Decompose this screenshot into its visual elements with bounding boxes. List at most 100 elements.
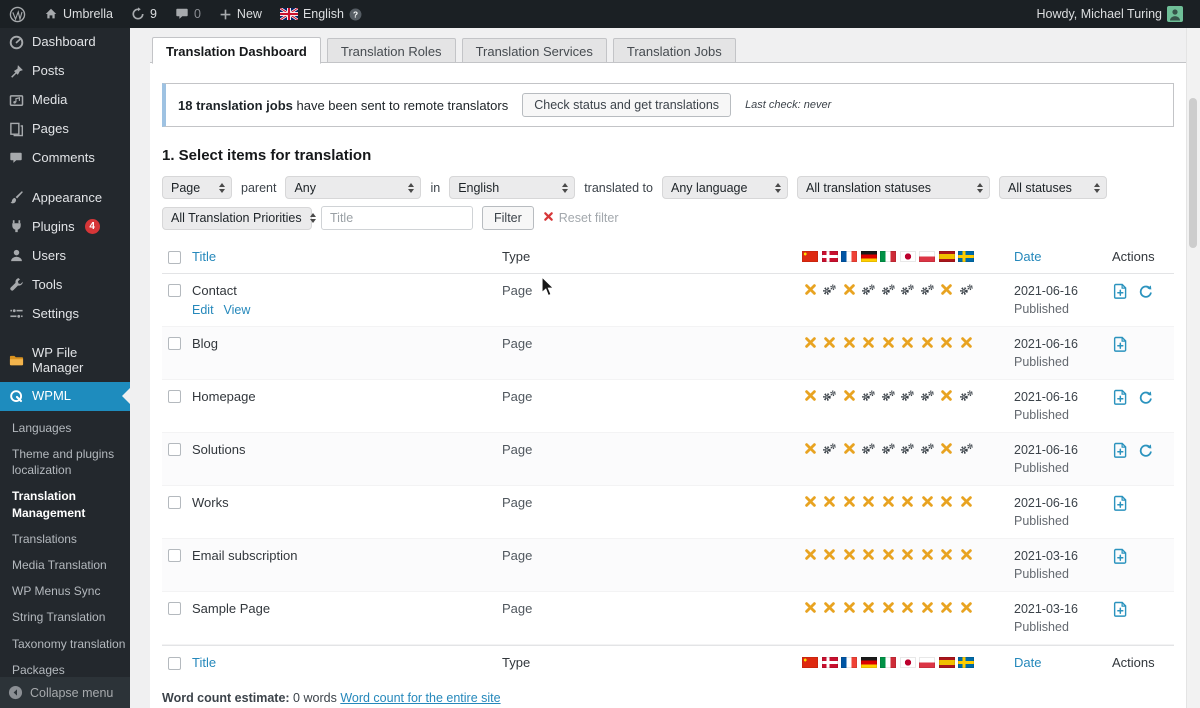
- account-menu[interactable]: Howdy, Michael Turing: [1027, 0, 1192, 28]
- submenu-item-languages[interactable]: Languages: [0, 415, 130, 441]
- select-all-checkbox[interactable]: [168, 657, 181, 670]
- select-all-checkbox[interactable]: [168, 251, 181, 264]
- status-not-translated-icon[interactable]: [841, 336, 857, 349]
- sidebar-item-dashboard[interactable]: Dashboard: [0, 28, 130, 57]
- sidebar-item-wp-file-manager[interactable]: WP File Manager: [0, 339, 130, 382]
- status-not-translated-icon[interactable]: [841, 601, 857, 614]
- row-checkbox[interactable]: [168, 390, 181, 403]
- collapse-menu-button[interactable]: Collapse menu: [0, 677, 130, 708]
- status-in-progress-icon[interactable]: [880, 284, 896, 296]
- row-checkbox[interactable]: [168, 337, 181, 350]
- row-link-edit[interactable]: Edit: [192, 303, 214, 317]
- site-link[interactable]: Umbrella: [35, 0, 122, 28]
- status-in-progress-icon[interactable]: [822, 443, 838, 455]
- status-not-translated-icon[interactable]: [939, 495, 955, 508]
- status-not-translated-icon[interactable]: [802, 389, 818, 402]
- status-in-progress-icon[interactable]: [880, 390, 896, 402]
- status-in-progress-icon[interactable]: [958, 443, 974, 455]
- submenu-item-taxonomy-translation[interactable]: Taxonomy translation: [0, 631, 130, 657]
- wordpress-menu-button[interactable]: [0, 0, 35, 28]
- post-type-select[interactable]: Page: [162, 176, 232, 199]
- row-checkbox[interactable]: [168, 602, 181, 615]
- sync-icon[interactable]: [1138, 443, 1153, 458]
- status-in-progress-icon[interactable]: [919, 284, 935, 296]
- status-not-translated-icon[interactable]: [939, 601, 955, 614]
- status-not-translated-icon[interactable]: [939, 283, 955, 296]
- column-title-sort[interactable]: Title: [192, 249, 502, 264]
- new-content-button[interactable]: New: [210, 0, 271, 28]
- status-not-translated-icon[interactable]: [861, 336, 877, 349]
- tab-translation-dashboard[interactable]: Translation Dashboard: [152, 37, 321, 64]
- status-in-progress-icon[interactable]: [919, 443, 935, 455]
- title-filter-input[interactable]: [321, 206, 473, 230]
- status-not-translated-icon[interactable]: [939, 336, 955, 349]
- row-checkbox[interactable]: [168, 549, 181, 562]
- add-translation-icon[interactable]: [1112, 389, 1129, 406]
- sidebar-item-settings[interactable]: Settings: [0, 299, 130, 328]
- status-not-translated-icon[interactable]: [841, 548, 857, 561]
- add-translation-icon[interactable]: [1112, 442, 1129, 459]
- submenu-item-translation-management[interactable]: Translation Management: [0, 483, 130, 525]
- tab-translation-services[interactable]: Translation Services: [462, 38, 607, 63]
- comments-button[interactable]: 0: [166, 0, 210, 28]
- status-in-progress-icon[interactable]: [880, 443, 896, 455]
- status-not-translated-icon[interactable]: [880, 495, 896, 508]
- status-in-progress-icon[interactable]: [958, 390, 974, 402]
- status-not-translated-icon[interactable]: [900, 495, 916, 508]
- row-link-view[interactable]: View: [224, 303, 251, 317]
- filter-button[interactable]: Filter: [482, 206, 534, 230]
- sidebar-item-appearance[interactable]: Appearance: [0, 183, 130, 212]
- status-not-translated-icon[interactable]: [841, 283, 857, 296]
- status-not-translated-icon[interactable]: [802, 495, 818, 508]
- sidebar-item-comments[interactable]: Comments: [0, 144, 130, 172]
- status-not-translated-icon[interactable]: [841, 442, 857, 455]
- status-in-progress-icon[interactable]: [861, 390, 877, 402]
- status-in-progress-icon[interactable]: [861, 443, 877, 455]
- status-not-translated-icon[interactable]: [958, 495, 974, 508]
- status-not-translated-icon[interactable]: [900, 548, 916, 561]
- row-checkbox[interactable]: [168, 443, 181, 456]
- status-not-translated-icon[interactable]: [919, 495, 935, 508]
- tab-translation-roles[interactable]: Translation Roles: [327, 38, 456, 63]
- status-not-translated-icon[interactable]: [919, 601, 935, 614]
- status-in-progress-icon[interactable]: [900, 390, 916, 402]
- status-not-translated-icon[interactable]: [861, 601, 877, 614]
- check-status-button[interactable]: Check status and get translations: [522, 93, 731, 117]
- tab-translation-jobs[interactable]: Translation Jobs: [613, 38, 736, 63]
- sync-icon[interactable]: [1138, 284, 1153, 299]
- sidebar-item-users[interactable]: Users: [0, 241, 130, 270]
- sidebar-item-plugins[interactable]: Plugins4: [0, 212, 130, 241]
- translation-status-select[interactable]: All translation statuses: [797, 176, 990, 199]
- scrollbar-thumb[interactable]: [1189, 98, 1197, 248]
- add-translation-icon[interactable]: [1112, 548, 1129, 565]
- status-not-translated-icon[interactable]: [841, 389, 857, 402]
- add-translation-icon[interactable]: [1112, 283, 1129, 300]
- status-not-translated-icon[interactable]: [939, 548, 955, 561]
- status-not-translated-icon[interactable]: [880, 336, 896, 349]
- status-not-translated-icon[interactable]: [822, 336, 838, 349]
- column-date-sort[interactable]: Date: [1014, 249, 1112, 264]
- submenu-item-media-translation[interactable]: Media Translation: [0, 552, 130, 578]
- submenu-item-theme-and-plugins-localization[interactable]: Theme and plugins localization: [0, 441, 130, 483]
- sidebar-item-media[interactable]: Media: [0, 86, 130, 115]
- status-in-progress-icon[interactable]: [919, 390, 935, 402]
- sidebar-item-wpml[interactable]: WPML: [0, 382, 130, 411]
- status-not-translated-icon[interactable]: [802, 336, 818, 349]
- status-in-progress-icon[interactable]: [900, 443, 916, 455]
- status-not-translated-icon[interactable]: [802, 283, 818, 296]
- status-not-translated-icon[interactable]: [822, 548, 838, 561]
- status-in-progress-icon[interactable]: [822, 390, 838, 402]
- word-count-link[interactable]: Word count for the entire site: [340, 691, 500, 705]
- parent-select[interactable]: Any: [285, 176, 421, 199]
- status-not-translated-icon[interactable]: [841, 495, 857, 508]
- language-switcher[interactable]: English ?: [271, 0, 371, 28]
- submenu-item-string-translation[interactable]: String Translation: [0, 604, 130, 630]
- status-not-translated-icon[interactable]: [958, 601, 974, 614]
- source-language-select[interactable]: English: [449, 176, 575, 199]
- row-checkbox[interactable]: [168, 284, 181, 297]
- status-not-translated-icon[interactable]: [900, 601, 916, 614]
- submenu-item-translations[interactable]: Translations: [0, 526, 130, 552]
- status-not-translated-icon[interactable]: [802, 548, 818, 561]
- status-not-translated-icon[interactable]: [861, 495, 877, 508]
- status-not-translated-icon[interactable]: [939, 389, 955, 402]
